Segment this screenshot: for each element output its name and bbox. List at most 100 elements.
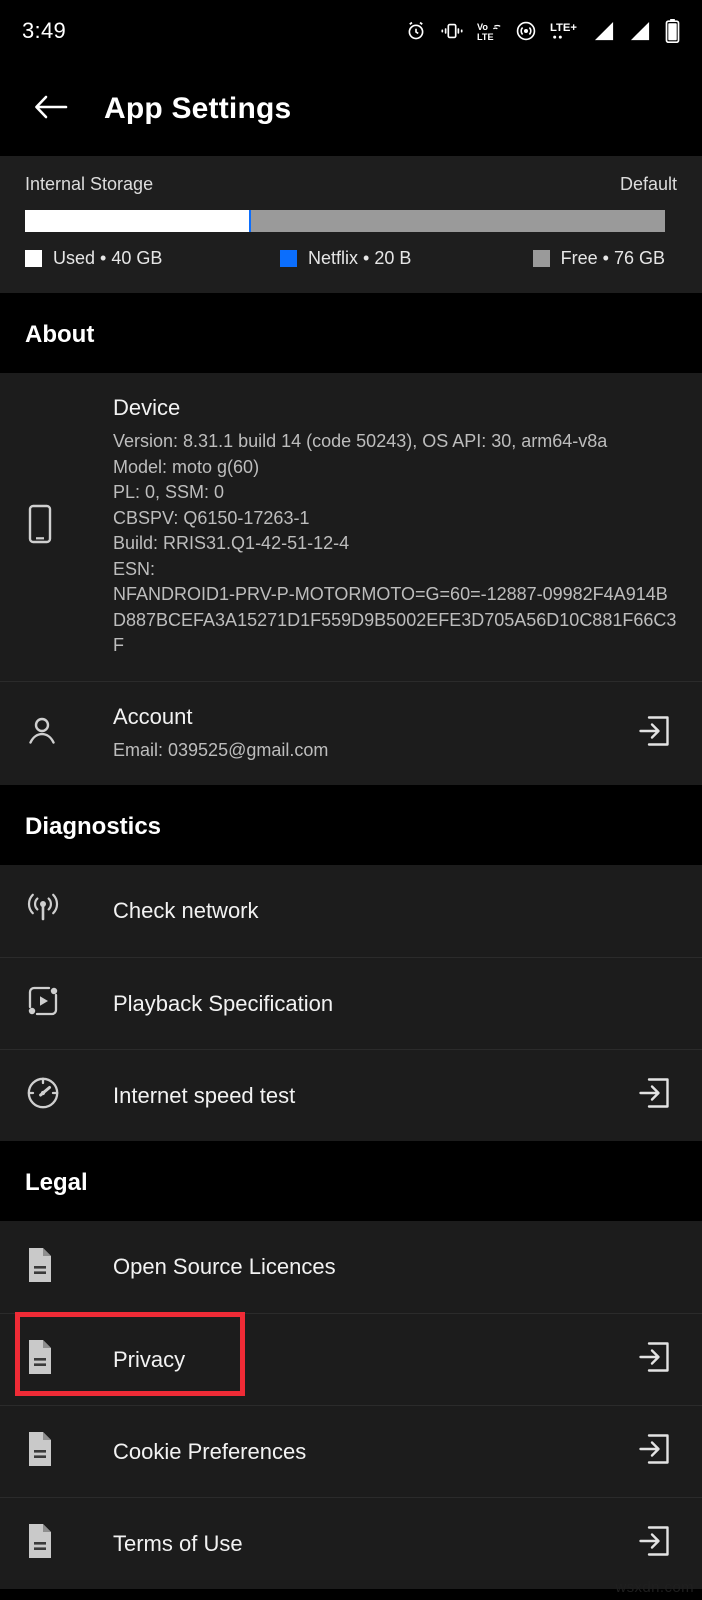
speed-test-label: Internet speed test — [113, 1082, 296, 1108]
speed-test-row-icon — [25, 1075, 81, 1116]
check-network-row-body: Check network — [81, 898, 677, 924]
about-group: Device Version: 8.31.1 build 14 (code 50… — [0, 373, 702, 786]
terms-label: Terms of Use — [113, 1530, 243, 1556]
check-network-row-icon — [25, 892, 81, 931]
vibrate-icon — [440, 21, 464, 41]
legend-item-used: Used • 40 GB — [25, 248, 280, 269]
cookie-prefs-label: Cookie Preferences — [113, 1438, 307, 1464]
privacy-row-body: Privacy — [81, 1347, 631, 1373]
document-icon — [25, 1430, 55, 1473]
legal-group: Open Source Licences Privacy Cookie Pref… — [0, 1221, 702, 1590]
open-source-label: Open Source Licences — [113, 1254, 336, 1280]
cookie-prefs-row-icon — [25, 1430, 81, 1473]
broadcast-icon — [25, 892, 61, 931]
legal-row-privacy[interactable]: Privacy — [0, 1312, 702, 1405]
exit-to-app-icon — [637, 1524, 671, 1563]
playback-spec-icon — [25, 983, 61, 1024]
app-bar: App Settings — [0, 62, 702, 156]
storage-label: Internal Storage — [25, 174, 154, 194]
lte-plus-icon: LTE+ — [550, 19, 580, 43]
device-build: Build: RRIS31.Q1-42-51-12-4 — [113, 533, 350, 554]
phone-screen: 3:49 Vo LTE LTE+ App Settings Internal S… — [0, 0, 702, 1600]
device-model: Model: moto g(60) — [113, 456, 260, 477]
device-row[interactable]: Device Version: 8.31.1 build 14 (code 50… — [0, 373, 702, 681]
terms-open-button[interactable] — [631, 1524, 677, 1563]
signal-2-icon — [629, 21, 652, 42]
diagnostics-row-playback-specification[interactable]: Playback Specification — [0, 957, 702, 1049]
internal-storage-card: Internal Storage Default Used • 40 GB Ne… — [0, 156, 702, 293]
status-bar: 3:49 Vo LTE LTE+ — [0, 0, 702, 62]
account-open-button[interactable] — [631, 714, 677, 753]
legend-label-free: Free • 76 GB — [560, 248, 665, 268]
terms-row-body: Terms of Use — [81, 1531, 631, 1557]
legal-row-cookie-preferences[interactable]: Cookie Preferences — [0, 1405, 702, 1497]
legal-row-open-source-licences[interactable]: Open Source Licences — [0, 1221, 702, 1313]
cookie-prefs-row-body: Cookie Preferences — [81, 1439, 631, 1465]
account-title: Account — [113, 703, 193, 729]
arrow-left-icon — [33, 92, 69, 127]
device-title: Device — [113, 395, 181, 420]
exit-to-app-icon — [637, 1340, 671, 1379]
document-icon — [25, 1338, 55, 1381]
speedometer-icon — [25, 1075, 61, 1116]
status-clock: 3:49 — [22, 18, 67, 43]
svg-text:LTE: LTE — [477, 32, 494, 42]
volte-icon: Vo LTE — [477, 20, 502, 42]
playback-spec-row-body: Playback Specification — [81, 991, 677, 1017]
status-icons: Vo LTE LTE+ — [405, 19, 680, 43]
open-source-row-body: Open Source Licences — [81, 1254, 677, 1280]
legend-swatch-used — [25, 250, 42, 267]
device-pl-ssm: PL: 0, SSM: 0 — [113, 482, 225, 503]
device-details: Version: 8.31.1 build 14 (code 50243), O… — [113, 429, 677, 659]
legend-swatch-free — [532, 250, 550, 267]
legend-label-netflix: Netflix • 20 B — [308, 248, 412, 268]
back-button[interactable] — [28, 86, 74, 132]
phone-icon — [25, 503, 55, 550]
open-source-row-icon — [25, 1246, 81, 1289]
exit-to-app-icon — [637, 714, 671, 753]
system-nav-bar — [0, 1589, 702, 1600]
storage-segment-used — [25, 210, 249, 232]
page-title: App Settings — [104, 92, 292, 125]
svg-text:Vo: Vo — [477, 22, 488, 32]
legend-label-used: Used • 40 GB — [53, 248, 163, 268]
privacy-open-button[interactable] — [631, 1340, 677, 1379]
device-version: Version: 8.31.1 build 14 (code 50243), O… — [113, 431, 608, 451]
check-network-label: Check network — [113, 898, 259, 924]
section-header-legal: Legal — [0, 1141, 702, 1222]
storage-progress-bar — [25, 210, 665, 232]
speed-test-row-body: Internet speed test — [81, 1083, 631, 1109]
account-row-icon — [25, 714, 81, 753]
diagnostics-row-internet-speed-test[interactable]: Internet speed test — [0, 1049, 702, 1141]
lte-plus-label: LTE+ — [550, 22, 577, 34]
watermark: wsxdn.com — [615, 1579, 694, 1596]
privacy-row-icon — [25, 1338, 81, 1381]
document-icon — [25, 1522, 55, 1565]
exit-to-app-icon — [637, 1076, 671, 1115]
device-row-body: Device Version: 8.31.1 build 14 (code 50… — [81, 395, 677, 659]
section-header-diagnostics: Diagnostics — [0, 785, 702, 866]
section-header-about: About — [0, 293, 702, 373]
device-esn-label: ESN: — [113, 558, 156, 579]
diagnostics-row-check-network[interactable]: Check network — [0, 865, 702, 957]
exit-to-app-icon — [637, 1432, 671, 1471]
storage-header: Internal Storage Default — [25, 174, 677, 195]
device-row-icon — [25, 503, 81, 550]
speed-test-open-button[interactable] — [631, 1076, 677, 1115]
legend-swatch-netflix — [280, 250, 297, 267]
alarm-icon — [405, 20, 427, 42]
storage-default-label: Default — [619, 174, 677, 194]
device-cbspv: CBSPV: Q6150-17263-1 — [113, 507, 310, 528]
storage-legend: Used • 40 GB Netflix • 20 B Free • 76 GB — [25, 248, 665, 269]
terms-row-icon — [25, 1522, 81, 1565]
legend-item-free: Free • 76 GB — [532, 248, 665, 269]
battery-icon — [665, 19, 680, 43]
legal-row-terms-of-use[interactable]: Terms of Use — [0, 1497, 702, 1589]
legend-item-netflix: Netflix • 20 B — [280, 248, 533, 269]
account-row[interactable]: Account Email: 039525@gmail.com — [0, 680, 702, 786]
device-esn-value: NFANDROID1-PRV-P-MOTORMOTO=G=60=-12887-0… — [113, 584, 677, 656]
cookie-prefs-open-button[interactable] — [631, 1432, 677, 1471]
account-row-body: Account Email: 039525@gmail.com — [81, 704, 631, 764]
signal-1-icon — [593, 21, 616, 42]
account-email: Email: 039525@gmail.com — [113, 739, 329, 760]
